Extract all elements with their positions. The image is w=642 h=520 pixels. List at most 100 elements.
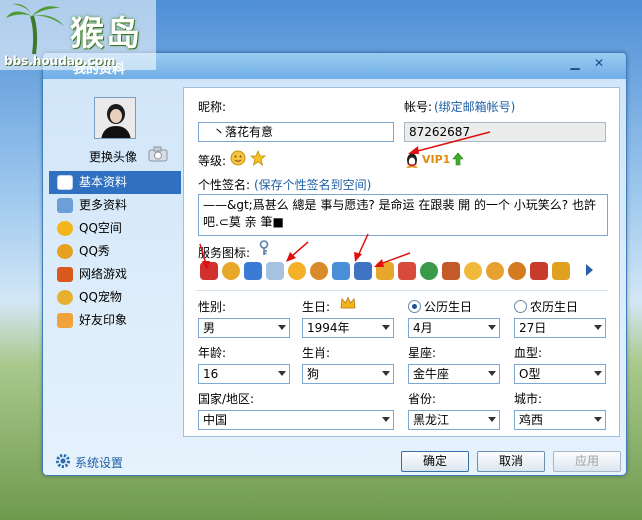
photo-icon[interactable] — [398, 262, 416, 280]
sidebar-item-online-games[interactable]: 网络游戏 — [49, 263, 181, 286]
ok-button[interactable]: 确定 — [401, 451, 469, 472]
change-avatar-link[interactable]: 更换头像 — [89, 148, 137, 165]
lucky-icon[interactable] — [508, 262, 526, 280]
sidebar-item-label: QQ空间 — [79, 221, 122, 235]
sidebar-item-label: QQ秀 — [79, 244, 110, 258]
camera-icon[interactable] — [147, 145, 169, 163]
blood-type-select[interactable]: O型 — [514, 364, 606, 384]
sidebar-item-qq-pet[interactable]: QQ宠物 — [49, 286, 181, 309]
vip-upgrade-arrow-icon — [452, 152, 464, 166]
scroll-right-icon[interactable] — [586, 264, 593, 276]
birthday-label: 生日: — [302, 300, 331, 314]
province-label: 省份: — [408, 392, 437, 406]
sidebar-item-label: 好友印象 — [79, 313, 128, 327]
music-icon[interactable] — [310, 262, 328, 280]
mobile-qq-icon[interactable] — [354, 262, 372, 280]
constellation-label: 星座: — [408, 346, 437, 360]
qzone-icon[interactable] — [222, 262, 240, 280]
sidebar-item-qq-show[interactable]: QQ秀 — [49, 240, 181, 263]
age-label: 年龄: — [198, 346, 227, 360]
signature-label: 个性签名: — [198, 178, 251, 192]
chevron-down-icon — [382, 417, 390, 422]
blood-type-label: 血型: — [514, 346, 543, 360]
age-value: 16 — [203, 367, 219, 381]
sidebar-item-qzone[interactable]: QQ空间 — [49, 217, 181, 240]
constellation-select[interactable]: 金牛座 — [408, 364, 500, 384]
birth-year-value: 1994年 — [307, 321, 350, 335]
chevron-down-icon — [382, 325, 390, 330]
nickname-label: 昵称: — [198, 100, 227, 114]
city-select[interactable]: 鸡西 — [514, 410, 606, 430]
birth-month-value: 4月 — [413, 321, 433, 335]
sidebar-item-more-info[interactable]: 更多资料 — [49, 194, 181, 217]
watermark: 猴岛 bbs.houdao.com — [0, 0, 156, 70]
system-settings-link[interactable]: 系统设置 — [75, 454, 123, 471]
age-select[interactable]: 16 — [198, 364, 290, 384]
zodiac-value: 狗 — [307, 367, 320, 381]
zodiac-label: 生肖: — [302, 346, 331, 360]
tencent-logo-icon[interactable] — [420, 262, 438, 280]
country-label: 国家/地区: — [198, 392, 255, 406]
phone-icon[interactable] — [332, 262, 350, 280]
sidebar-item-label: 基本资料 — [79, 175, 128, 189]
account-field: 87262687 — [404, 122, 606, 142]
chevron-down-icon — [594, 325, 602, 330]
service-icons-row — [200, 262, 600, 282]
birth-day-select[interactable]: 27日 — [514, 318, 606, 338]
palm-tree-icon — [6, 3, 64, 55]
shield-icon[interactable] — [244, 262, 262, 280]
lunar-radio-icon — [514, 300, 527, 313]
gear-icon[interactable] — [55, 453, 71, 469]
fun-icon[interactable] — [530, 262, 548, 280]
nickname-input[interactable]: 丶落花有意 — [198, 122, 394, 142]
crown-icon[interactable] — [340, 296, 356, 310]
constellation-value: 金牛座 — [413, 367, 450, 381]
signature-textarea[interactable]: ——&gt;爲甚么 總是 事与愿违? 是命运 在跟裴 開 的一个 小玩笑么? 也… — [198, 194, 608, 236]
cat-game-icon[interactable] — [464, 262, 482, 280]
country-value: 中国 — [203, 413, 228, 427]
annotation-arrow — [354, 233, 369, 262]
key-icon[interactable] — [258, 240, 270, 256]
gender-select[interactable]: 男 — [198, 318, 290, 338]
pet-icon[interactable] — [288, 262, 306, 280]
city-label: 城市: — [514, 392, 543, 406]
solar-birthday-radio[interactable]: 公历生日 — [408, 298, 472, 315]
notes-icon[interactable] — [376, 262, 394, 280]
profile-window: 我的资料 ▁ ✕ 更换头像 基本资料 更多资料 — [42, 52, 627, 476]
close-button[interactable]: ✕ — [590, 56, 608, 72]
birth-month-select[interactable]: 4月 — [408, 318, 500, 338]
tools-icon[interactable] — [552, 262, 570, 280]
chevron-down-icon — [488, 417, 496, 422]
chevron-down-icon — [488, 325, 496, 330]
sun-level-icon[interactable] — [230, 150, 246, 166]
sidebar-item-friend-impression[interactable]: 好友印象 — [49, 309, 181, 332]
blood-type-value: O型 — [519, 367, 541, 381]
sidebar-item-label: QQ宠物 — [79, 290, 122, 304]
qq-penguin-vip-icon — [406, 153, 418, 168]
bind-email-link[interactable]: (绑定邮箱帐号) — [434, 98, 515, 115]
apply-button: 应用 — [553, 451, 621, 472]
avatar-image — [95, 98, 135, 138]
video-icon[interactable] — [442, 262, 460, 280]
star-level-icon[interactable] — [250, 150, 266, 166]
province-select[interactable]: 黑龙江 — [408, 410, 500, 430]
vip-badge[interactable]: VIP1 — [422, 153, 450, 166]
solar-radio-icon — [408, 300, 421, 313]
mail-icon[interactable] — [266, 262, 284, 280]
sidebar-item-label: 网络游戏 — [79, 267, 128, 281]
footer: 系统设置 确定 取消 应用 — [43, 445, 628, 477]
qzone-star-icon — [57, 221, 73, 236]
country-select[interactable]: 中国 — [198, 410, 394, 430]
cancel-button[interactable]: 取消 — [477, 451, 545, 472]
minimize-button[interactable]: ▁ — [566, 56, 584, 72]
zodiac-select[interactable]: 狗 — [302, 364, 394, 384]
save-signature-link[interactable]: (保存个性签名到空间) — [254, 176, 371, 193]
sidebar-item-label: 更多资料 — [79, 198, 128, 212]
birth-year-select[interactable]: 1994年 — [302, 318, 394, 338]
watermark-title: 猴岛 — [70, 14, 142, 54]
face-icon[interactable] — [486, 262, 504, 280]
lunar-birthday-radio[interactable]: 农历生日 — [514, 298, 578, 315]
sidebar-item-basic-info[interactable]: 基本资料 — [49, 171, 181, 194]
qq-penguin-icon[interactable] — [200, 262, 218, 280]
avatar[interactable] — [94, 97, 136, 139]
